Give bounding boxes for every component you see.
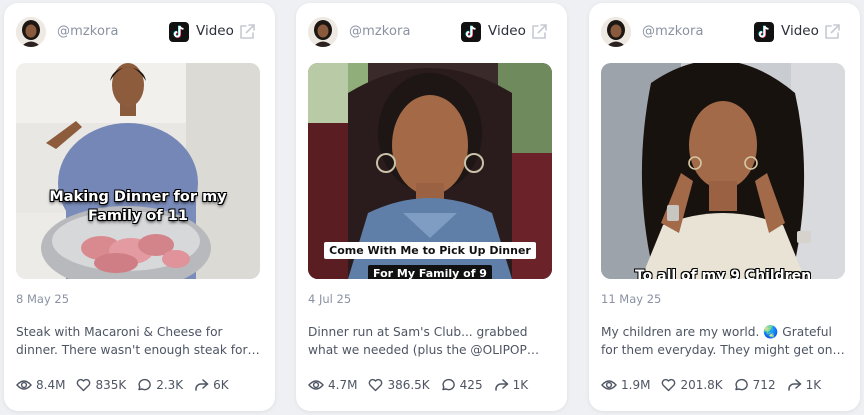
comment-icon <box>441 378 455 391</box>
likes-count: 201.8K <box>680 378 723 392</box>
share-icon <box>787 379 801 391</box>
share-icon <box>195 379 209 391</box>
shares-count: 1K <box>805 378 822 392</box>
tiktok-icon <box>754 22 774 42</box>
post-description: Dinner run at Sam's Club... grabbed what… <box>308 325 528 357</box>
share-icon <box>494 379 508 391</box>
comment-icon <box>138 378 152 391</box>
comment-icon <box>734 378 748 391</box>
comments-count: 2.3K <box>156 378 184 392</box>
thumbnail-overlay-text: Making Dinner for my Family of 11 <box>49 189 227 224</box>
avatar[interactable] <box>16 17 46 47</box>
heart-icon <box>77 378 91 392</box>
card-header: @mzkora Video <box>4 3 275 61</box>
video-card[interactable]: @mzkora Video <box>589 3 860 411</box>
platform-label: Video <box>781 23 819 39</box>
post-date: 4 Jul 25 <box>308 292 352 306</box>
views-count: 8.4M <box>36 378 66 392</box>
comments-count: 712 <box>752 378 776 392</box>
comments-count: 425 <box>459 378 483 392</box>
shares-stat: 1K <box>787 378 822 392</box>
external-link-icon[interactable] <box>823 23 841 41</box>
post-date: 11 May 25 <box>601 292 662 306</box>
video-thumbnail[interactable]: Come With Me to Pick Up Dinner For My Fa… <box>308 63 552 279</box>
views-count: 1.9M <box>621 378 651 392</box>
platform-label: Video <box>196 23 234 39</box>
video-card[interactable]: @mzkora Video <box>296 3 567 411</box>
views-stat: 4.7M <box>308 378 357 392</box>
eye-icon <box>601 380 617 390</box>
tiktok-icon <box>461 22 481 42</box>
stats-row: 1.9M 201.8K 712 1K <box>601 378 852 392</box>
likes-count: 835K <box>95 378 127 392</box>
thumbnail-subcaption: For My Family of 9 <box>308 262 552 279</box>
eye-icon <box>308 380 324 390</box>
tiktok-icon <box>169 22 189 42</box>
external-link-icon[interactable] <box>238 23 256 41</box>
thumbnail-overlay-text: To all of my 9 Children <box>634 268 812 279</box>
shares-count: 6K <box>213 378 229 392</box>
likes-stat: 201.8K <box>661 378 723 392</box>
thumbnail-subcaption-text: For My Family of 9 <box>368 265 492 279</box>
platform-label: Video <box>488 23 526 39</box>
views-stat: 8.4M <box>16 378 65 392</box>
card-header: @mzkora Video <box>589 3 860 61</box>
external-link-icon[interactable] <box>530 23 548 41</box>
username[interactable]: @mzkora <box>57 24 119 39</box>
heart-icon <box>369 378 383 392</box>
comments-stat: 425 <box>441 378 483 392</box>
shares-stat: 1K <box>494 378 529 392</box>
likes-count: 386.5K <box>387 378 430 392</box>
thumbnail-caption: Come With Me to Pick Up Dinner <box>308 239 552 259</box>
avatar[interactable] <box>308 17 338 47</box>
video-thumbnail[interactable]: Making Dinner for my Family of 11 <box>16 63 260 279</box>
comments-stat: 2.3K <box>137 378 183 392</box>
shares-count: 1K <box>512 378 529 392</box>
comments-stat: 712 <box>734 378 776 392</box>
heart-icon <box>662 378 676 392</box>
post-description: My children are my world. 🌏 Grateful for… <box>601 325 833 357</box>
post-date: 8 May 25 <box>16 292 70 306</box>
likes-stat: 386.5K <box>368 378 430 392</box>
video-thumbnail[interactable]: To all of my 9 Children <box>601 63 845 279</box>
post-description: Steak with Macaroni & Cheese for dinner.… <box>16 325 248 357</box>
shares-stat: 6K <box>194 378 229 392</box>
username[interactable]: @mzkora <box>349 24 411 39</box>
username[interactable]: @mzkora <box>642 24 704 39</box>
thumbnail-caption-text: Come With Me to Pick Up Dinner <box>324 242 536 259</box>
avatar[interactable] <box>601 17 631 47</box>
stats-row: 4.7M 386.5K 425 1K <box>308 378 559 392</box>
card-header: @mzkora Video <box>296 3 567 61</box>
video-card[interactable]: @mzkora Video <box>4 3 275 411</box>
views-stat: 1.9M <box>601 378 650 392</box>
likes-stat: 835K <box>76 378 126 392</box>
eye-icon <box>16 380 32 390</box>
stats-row: 8.4M 835K 2.3K 6K <box>16 378 267 392</box>
views-count: 4.7M <box>328 378 358 392</box>
